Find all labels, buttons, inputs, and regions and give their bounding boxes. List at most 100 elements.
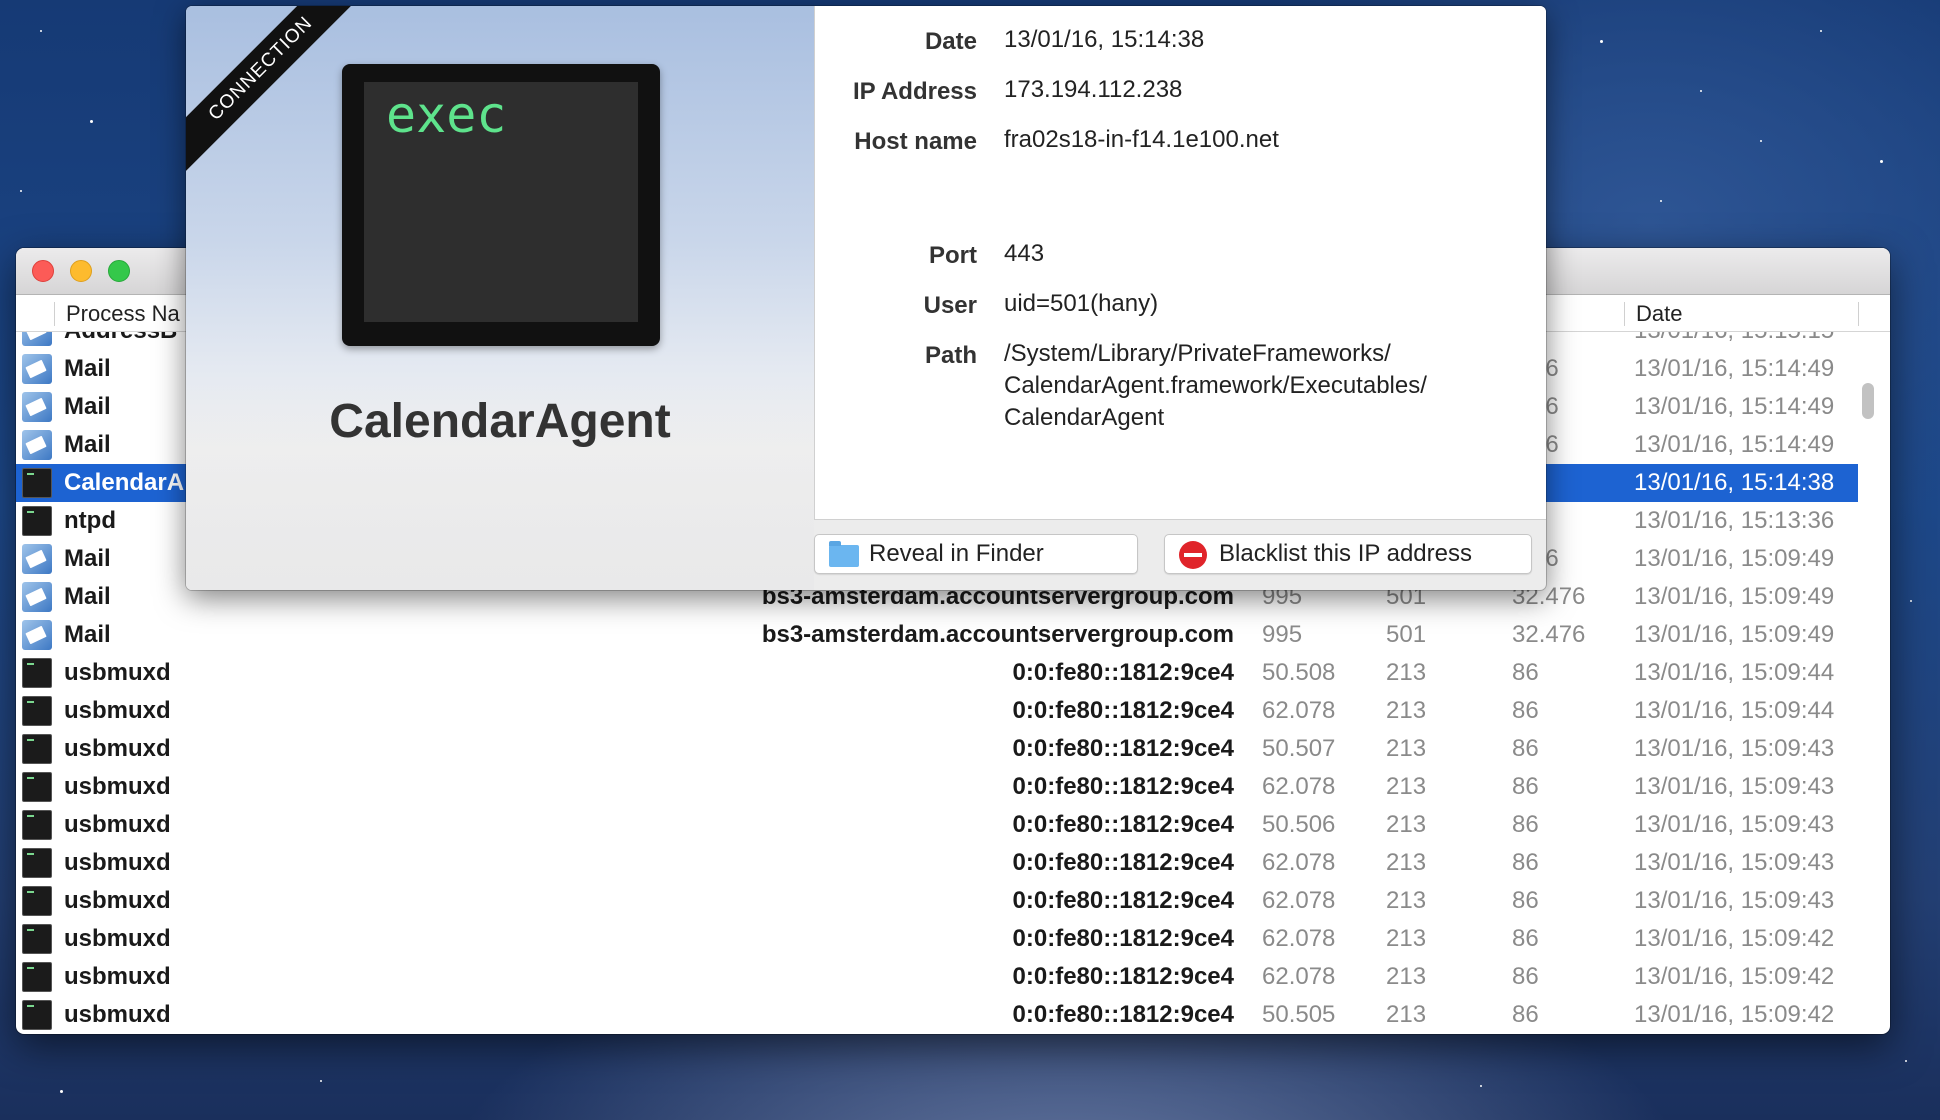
terminal-icon	[22, 734, 52, 764]
partial-cell: 86	[1512, 735, 1539, 762]
remote-port-cell: 50.505	[1262, 1001, 1336, 1028]
table-row[interactable]: usbmuxd 0:0:fe80::1812:9ce4 62.078 213 86 13/…	[16, 958, 1858, 996]
star	[1600, 40, 1603, 43]
user-id-cell: 213	[1386, 925, 1427, 952]
date-cell: 13/01/16, 15:09:43	[1634, 887, 1835, 914]
date-cell: 13/01/16, 15:15:15	[1634, 332, 1834, 350]
table-row[interactable]: usbmuxd 0:0:fe80::1812:9ce4 50.505 213 86 13/…	[16, 996, 1858, 1034]
terminal-icon-text: exec	[386, 86, 507, 144]
partial-cell: 86	[1512, 697, 1539, 724]
remote-port-cell: 62.078	[1262, 887, 1336, 914]
star	[1880, 160, 1883, 163]
table-row[interactable]: usbmuxd 0:0:fe80::1812:9ce4 62.078 213 86 13/…	[16, 882, 1858, 920]
connection-popover: CONNECTION exec CalendarAgent Date 13/01…	[186, 6, 1546, 590]
user-id-cell: 213	[1386, 849, 1427, 876]
user-value: uid=501(hany)	[1004, 290, 1159, 317]
column-divider	[1624, 302, 1625, 326]
remote-host: 0:0:fe80::1812:9ce4	[1012, 849, 1234, 876]
process-name: Mail	[64, 393, 111, 420]
partial-cell: 86	[1512, 887, 1539, 914]
column-header-date[interactable]: Date	[1636, 295, 1682, 331]
partial-cell: 86	[1512, 811, 1539, 838]
process-name: Mail	[64, 355, 111, 382]
table-row[interactable]: usbmuxd 0:0:fe80::1812:9ce4 50.507 213 86 13/…	[16, 730, 1858, 768]
process-name: Mail	[64, 545, 111, 572]
star	[1480, 1085, 1482, 1087]
terminal-icon	[22, 886, 52, 916]
process-name: AddressB	[64, 332, 177, 350]
date-cell: 13/01/16, 15:14:49	[1634, 393, 1835, 420]
table-row[interactable]: usbmuxd 0:0:fe80::1812:9ce4 50.508 213 86 13/…	[16, 654, 1858, 692]
star	[1820, 30, 1822, 32]
blacklist-ip-button[interactable]: Blacklist this IP address	[1164, 534, 1532, 574]
user-label: User	[923, 292, 977, 319]
reveal-button-label: Reveal in Finder	[869, 540, 1044, 567]
table-row[interactable]: usbmuxd 0:0:fe80::1812:9ce4 62.078 213 86 13/…	[16, 844, 1858, 882]
remote-port-cell: 62.078	[1262, 925, 1336, 952]
process-name: usbmuxd	[64, 735, 171, 762]
user-id-cell: 213	[1386, 887, 1427, 914]
date-label: Date	[924, 28, 977, 55]
star	[1700, 90, 1702, 92]
ip-address-value: 173.194.112.238	[1004, 76, 1183, 103]
process-name: Mail	[64, 583, 111, 610]
date-cell: 13/01/16, 15:09:43	[1634, 849, 1835, 876]
date-cell: 13/01/16, 15:13:36	[1634, 507, 1835, 534]
table-row[interactable]: usbmuxd 0:0:fe80::1812:9ce4 62.078 213 86 13/…	[16, 692, 1858, 730]
user-id-cell: 213	[1386, 1001, 1427, 1028]
remote-port-cell: 62.078	[1262, 963, 1336, 990]
table-row[interactable]: Mail bs3-amsterdam.accountservergroup.com…	[16, 616, 1858, 654]
zoom-button[interactable]	[108, 260, 130, 282]
path-value-line-3: CalendarAgent	[1004, 404, 1165, 431]
column-divider	[54, 302, 55, 326]
partial-cell: 86	[1512, 925, 1539, 952]
terminal-app-icon: exec	[342, 64, 660, 346]
host-name-value: fra02s18-in-f14.1e100.net	[1004, 126, 1279, 153]
path-value-line-1: /System/Library/PrivateFrameworks/	[1004, 340, 1391, 367]
star	[60, 1090, 63, 1093]
star	[20, 190, 22, 192]
close-button[interactable]	[32, 260, 54, 282]
date-cell: 13/01/16, 15:09:42	[1634, 963, 1835, 990]
partial-cell: 86	[1512, 963, 1539, 990]
terminal-icon	[22, 772, 52, 802]
app-panel: CONNECTION exec CalendarAgent	[186, 6, 814, 590]
process-name: usbmuxd	[64, 697, 171, 724]
remote-port-cell: 62.078	[1262, 697, 1336, 724]
terminal-icon	[22, 848, 52, 878]
remote-host: 0:0:fe80::1812:9ce4	[1012, 925, 1234, 952]
remote-host: 0:0:fe80::1812:9ce4	[1012, 773, 1234, 800]
vertical-scrollbar[interactable]	[1862, 383, 1874, 419]
terminal-icon	[22, 658, 52, 688]
ip-address-label: IP Address	[852, 78, 977, 105]
terminal-icon	[22, 468, 52, 498]
remote-port-cell: 50.508	[1262, 659, 1336, 686]
terminal-icon	[22, 506, 52, 536]
process-name: CalendarA	[64, 469, 185, 496]
address-book-icon	[22, 332, 52, 346]
mail-icon	[22, 620, 52, 650]
column-header-process[interactable]: Process Na	[66, 295, 180, 331]
host-name-label: Host name	[854, 128, 977, 155]
reveal-in-finder-button[interactable]: Reveal in Finder	[814, 534, 1138, 574]
process-name: usbmuxd	[64, 811, 171, 838]
remote-port-cell: 62.078	[1262, 773, 1336, 800]
date-cell: 13/01/16, 15:14:49	[1634, 431, 1835, 458]
date-cell: 13/01/16, 15:09:44	[1634, 659, 1835, 686]
folder-icon	[829, 541, 859, 567]
table-row[interactable]: usbmuxd 0:0:fe80::1812:9ce4 50.506 213 86 13/…	[16, 806, 1858, 844]
star	[320, 1080, 322, 1082]
minimize-button[interactable]	[70, 260, 92, 282]
user-id-cell: 213	[1386, 773, 1427, 800]
date-cell: 13/01/16, 15:09:49	[1634, 583, 1835, 610]
terminal-icon	[22, 924, 52, 954]
partial-cell: 86	[1512, 1001, 1539, 1028]
user-id-cell: 213	[1386, 659, 1427, 686]
table-row[interactable]: usbmuxd 0:0:fe80::1812:9ce4 62.078 213 86 13/…	[16, 920, 1858, 958]
user-id-cell: 501	[1386, 621, 1427, 648]
remote-port-cell: 50.507	[1262, 735, 1336, 762]
process-name: usbmuxd	[64, 773, 171, 800]
terminal-icon	[22, 962, 52, 992]
table-row[interactable]: usbmuxd 0:0:fe80::1812:9ce4 62.078 213 86 13/…	[16, 768, 1858, 806]
date-cell: 13/01/16, 15:09:49	[1634, 621, 1835, 648]
